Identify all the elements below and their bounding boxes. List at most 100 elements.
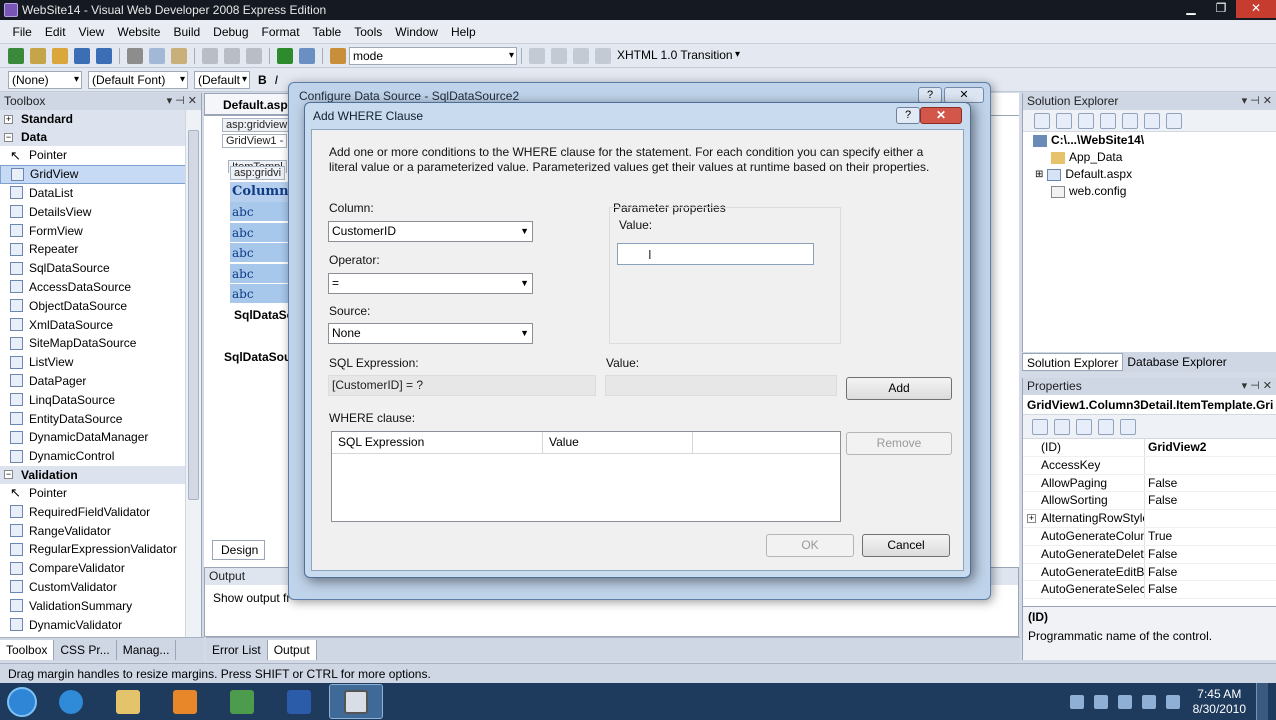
asp-config-icon[interactable] (1166, 112, 1182, 129)
toolbox-item-xmldatasource[interactable]: XmlDataSource (0, 315, 201, 334)
property-row-accesskey[interactable]: AccessKey (1023, 456, 1276, 475)
gridview-smart-label[interactable]: GridView1 - (222, 134, 288, 148)
toolbox-item-repeater[interactable]: Repeater (0, 240, 201, 259)
gridview-cell[interactable]: abc (230, 284, 290, 304)
toolbox-item-validationsummary[interactable]: ValidationSummary (0, 596, 201, 615)
configure-close-button[interactable]: ✕ (944, 87, 984, 103)
save-icon[interactable] (74, 47, 90, 64)
design-view-tab[interactable]: Design (212, 540, 266, 560)
toolbox-scrollbar[interactable] (185, 110, 201, 637)
action-center-icon[interactable] (1093, 694, 1108, 709)
tree-root[interactable]: C:\...\WebSite14\ (1023, 132, 1276, 149)
panel-controls[interactable]: ▾ ⊣ ✕ (1242, 378, 1272, 394)
taskbar-media-player[interactable] (158, 684, 212, 719)
toolbox-item-customvalidator[interactable]: CustomValidator (0, 578, 201, 597)
outer-sqldatasource[interactable]: SqlDataSou (224, 350, 291, 364)
toolbox-item-formview[interactable]: FormView (0, 221, 201, 240)
inner-sqldatasource[interactable]: SqlDataSo (234, 308, 294, 322)
toolbox-item-detailsview[interactable]: DetailsView (0, 202, 201, 221)
property-value[interactable] (1145, 457, 1276, 474)
panel-controls[interactable]: ▾ ⊣ ✕ (1242, 93, 1272, 109)
view-designer-icon[interactable] (1122, 112, 1138, 129)
toolbox-item-objectdatasource[interactable]: ObjectDataSource (0, 296, 201, 315)
navigate-icon[interactable] (246, 47, 262, 64)
toolbox-item-regularexpressionvalidator[interactable]: RegularExpressionValidator (0, 540, 201, 559)
properties-object-selector[interactable]: GridView1.Column3Detail.ItemTemplate.Gri (1023, 395, 1276, 415)
properties-icon[interactable] (1034, 112, 1050, 129)
toolbox-item-datapager[interactable]: DataPager (0, 372, 201, 391)
taskbar-word[interactable] (272, 684, 326, 719)
copy-website-icon[interactable] (1144, 112, 1160, 129)
toolbox-item-comparevalidator[interactable]: CompareValidator (0, 559, 201, 578)
font-name-combo[interactable]: (Default Font) (88, 70, 188, 89)
font-size-combo[interactable]: (Default (194, 70, 250, 89)
tab-toolbox[interactable]: Toolbox (0, 639, 55, 660)
source-select[interactable]: None (328, 323, 533, 344)
property-value[interactable]: False (1145, 475, 1276, 492)
undo-icon[interactable] (202, 47, 218, 64)
property-value[interactable]: False (1145, 581, 1276, 598)
toolbox-category-standard[interactable]: + Standard (0, 110, 201, 128)
clock[interactable]: 7:45 AM 8/30/2010 (1193, 687, 1246, 717)
find-combo[interactable]: mode (349, 46, 517, 65)
tab-manage-styles[interactable]: Manag... (117, 639, 177, 660)
redo-icon[interactable] (224, 47, 240, 64)
toolbox-item-requiredfieldvalidator[interactable]: RequiredFieldValidator (0, 502, 201, 521)
toolbox-item-entitydatasource[interactable]: EntityDataSource (0, 409, 201, 428)
toolbox-item-sqldatasource[interactable]: SqlDataSource (0, 259, 201, 278)
find-icon[interactable] (299, 47, 315, 64)
menu-format[interactable]: Format (255, 25, 306, 39)
toolbox-item-rangevalidator[interactable]: RangeValidator (0, 521, 201, 540)
block-format-combo[interactable]: (None) (8, 70, 82, 89)
toolbox-category-validation[interactable]: − Validation (0, 465, 201, 484)
minimize-button[interactable]: ▁ (1176, 0, 1206, 18)
toolbox-item-pointer[interactable]: ↖ Pointer (0, 484, 201, 503)
remove-button[interactable]: Remove (846, 432, 952, 455)
toolbox-item-dynamiccontrol[interactable]: DynamicControl (0, 447, 201, 466)
toolbox-item-dynamicvalidator[interactable]: DynamicValidator (0, 615, 201, 634)
taskbar-ie[interactable] (44, 684, 98, 719)
cut-icon[interactable] (127, 47, 143, 64)
toolbox-item-gridview[interactable]: GridView (0, 164, 201, 184)
show-desktop-button[interactable] (1256, 683, 1268, 720)
tree-item-web-config[interactable]: web.config (1023, 183, 1276, 200)
gridview-cell[interactable]: abc (230, 222, 290, 243)
property-value[interactable] (1145, 510, 1276, 527)
start-debugging-icon[interactable] (277, 47, 293, 64)
property-value[interactable]: False (1145, 546, 1276, 563)
toolbox-item-datalist[interactable]: DataList (0, 184, 201, 203)
tab-solution-explorer[interactable]: Solution Explorer (1022, 353, 1124, 371)
tab-error-list[interactable]: Error List (206, 639, 268, 660)
property-pages-icon[interactable] (1120, 418, 1136, 435)
menu-website[interactable]: Website (111, 25, 167, 39)
toolbox-item-pointer[interactable]: ↖ Pointer (0, 146, 201, 165)
bold-button[interactable]: B (258, 73, 267, 87)
column-select[interactable]: CustomerID (328, 221, 533, 242)
tree-item-app-data[interactable]: App_Data (1023, 149, 1276, 166)
toolbox-item-dynamicdatamanager[interactable]: DynamicDataManager (0, 428, 201, 447)
toolbox-category-data[interactable]: − Data (0, 128, 201, 146)
menu-build[interactable]: Build (167, 25, 207, 39)
where-close-button[interactable]: ✕ (920, 107, 962, 124)
close-window-button[interactable]: ✕ (1236, 0, 1276, 18)
add-button[interactable]: Add (846, 377, 952, 400)
events-icon[interactable] (1098, 418, 1114, 435)
property-row-id[interactable]: (ID) GridView2 (1023, 439, 1276, 457)
indent-icon[interactable] (529, 47, 545, 64)
menu-edit[interactable]: Edit (38, 25, 72, 39)
property-row-autogenerateselectb[interactable]: AutoGenerateSelectBFalse (1023, 581, 1276, 600)
toolbox-item-sitemapdatasource[interactable]: SiteMapDataSource (0, 334, 201, 353)
where-clause-grid[interactable]: SQL Expression Value (331, 431, 841, 522)
italic-button[interactable]: I (275, 73, 278, 87)
tray-app-icon[interactable] (1165, 694, 1180, 709)
categorized-icon[interactable] (1032, 418, 1048, 435)
volume-icon[interactable] (1141, 694, 1156, 709)
property-row-autogeneratedeletee[interactable]: AutoGenerateDeleteEFalse (1023, 545, 1276, 564)
restore-button[interactable]: ❐ (1206, 0, 1236, 18)
doctype-combo[interactable]: XHTML 1.0 Transition (614, 47, 742, 65)
property-value[interactable]: True (1145, 528, 1276, 545)
toolbox-item-accessdatasource[interactable]: AccessDataSource (0, 278, 201, 297)
document-tab[interactable]: Default.aspx (204, 93, 294, 115)
copy-icon[interactable] (149, 47, 165, 64)
menu-table[interactable]: Table (306, 25, 348, 39)
